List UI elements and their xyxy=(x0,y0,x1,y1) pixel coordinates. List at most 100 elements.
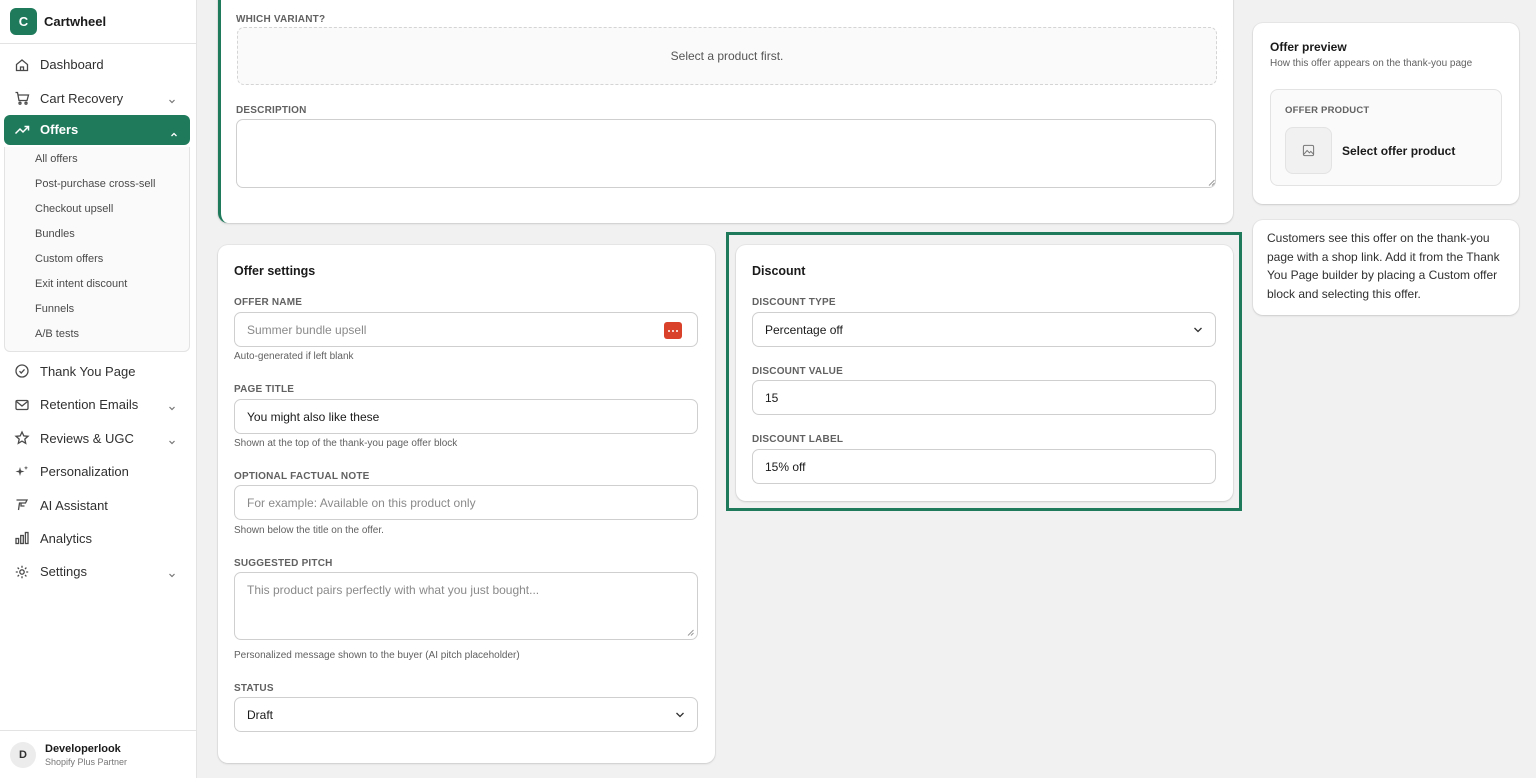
discount-card: Discount DISCOUNT TYPE Percentage off DI… xyxy=(736,245,1233,501)
pitch-help: Personalized message shown to the buyer … xyxy=(234,650,520,661)
discount-type-label: DISCOUNT TYPE xyxy=(752,297,836,308)
page-title-input[interactable]: You might also like these xyxy=(234,399,698,434)
subnav-item-custom-offers[interactable]: Custom offers xyxy=(5,247,189,272)
app-name: Cartwheel xyxy=(44,14,107,29)
nav-item-label: Personalization xyxy=(40,464,129,480)
trending-icon xyxy=(14,122,30,138)
discount-title: Discount xyxy=(752,264,806,278)
nav-item-retention-emails[interactable]: Retention Emails xyxy=(0,388,196,421)
nav-item-label: Cart Recovery xyxy=(40,90,124,106)
sidebar: C Cartwheel Dashboard Cart Recovery Offe… xyxy=(0,0,197,778)
preview-title: Offer preview xyxy=(1270,40,1347,54)
nav-item-label: Analytics xyxy=(40,530,93,546)
subnav-item-all-offers[interactable]: All offers xyxy=(5,147,189,172)
avatar: D xyxy=(10,741,36,768)
product-card: WHICH VARIANT? Select a product first. D… xyxy=(218,0,1233,223)
star-icon xyxy=(14,430,30,446)
nav-item-dashboard[interactable]: Dashboard xyxy=(0,48,196,81)
variant-selector[interactable]: Select a product first. xyxy=(237,27,1217,85)
offer-settings-title: Offer settings xyxy=(234,264,316,278)
nav-item-analytics[interactable]: Analytics xyxy=(0,522,196,555)
user-name: Developerlook xyxy=(45,742,121,755)
check-circle-icon xyxy=(14,363,30,379)
offer-name-help: Auto-generated if left blank xyxy=(234,351,354,362)
description-label: DESCRIPTION xyxy=(236,105,307,116)
discount-label-label: DISCOUNT LABEL xyxy=(752,434,844,445)
offer-preview-card: Offer preview How this offer appears on … xyxy=(1253,23,1519,204)
pitch-label: SUGGESTED PITCH xyxy=(234,558,333,569)
description-textarea[interactable] xyxy=(236,119,1216,188)
note-label: OPTIONAL FACTUAL NOTE xyxy=(234,471,370,482)
nav-item-thank-you-page[interactable]: Thank You Page xyxy=(0,355,196,388)
chevron-down-icon xyxy=(168,567,176,582)
preview-product-text: Select offer product xyxy=(1342,144,1456,158)
chevron-down-icon xyxy=(168,93,176,108)
nav-item-offers[interactable]: Offers xyxy=(4,114,190,145)
nav-item-reviews-ugc[interactable]: Reviews & UGC xyxy=(0,422,196,455)
variant-label: WHICH VARIANT? xyxy=(236,14,326,25)
subnav-item-funnels[interactable]: Funnels xyxy=(5,297,189,322)
home-icon xyxy=(14,57,30,73)
note-input[interactable]: For example: Available on this product o… xyxy=(234,485,698,520)
discount-value-label: DISCOUNT VALUE xyxy=(752,366,843,377)
chevron-up-icon xyxy=(170,127,178,142)
main-nav: Dashboard Cart Recovery Offers All offer… xyxy=(0,44,196,589)
nav-item-label: Retention Emails xyxy=(40,397,139,413)
nav-item-label: AI Assistant xyxy=(40,497,108,513)
page-title-help: Shown at the top of the thank-you page o… xyxy=(234,438,458,449)
subnav-item-ab-tests[interactable]: A/B tests xyxy=(5,322,189,347)
brand[interactable]: C Cartwheel xyxy=(0,0,196,44)
gear-icon xyxy=(14,564,30,580)
offer-name-placeholder: Summer bundle upsell xyxy=(247,322,367,337)
resize-handle-icon[interactable] xyxy=(1208,179,1215,186)
preview-product-label: OFFER PRODUCT xyxy=(1285,105,1370,116)
nav-item-label: Reviews & UGC xyxy=(40,430,134,446)
discount-type-select[interactable]: Percentage off xyxy=(752,312,1216,347)
offer-settings-card: Offer settings OFFER NAME Summer bundle … xyxy=(218,245,715,763)
note-help: Shown below the title on the offer. xyxy=(234,525,384,536)
bar-chart-icon xyxy=(14,530,30,546)
discount-value-input[interactable]: 15 xyxy=(752,380,1216,415)
info-card: Customers see this offer on the thank-yo… xyxy=(1253,220,1519,315)
offers-subnav: All offers Post-purchase cross-sell Chec… xyxy=(4,146,190,352)
info-text: Customers see this offer on the thank-yo… xyxy=(1267,231,1500,301)
nav-item-label: Thank You Page xyxy=(40,363,136,379)
nav-item-personalization[interactable]: Personalization xyxy=(0,455,196,488)
variant-placeholder: Select a product first. xyxy=(670,49,784,63)
offer-name-label: OFFER NAME xyxy=(234,297,303,308)
cart-icon xyxy=(14,90,30,106)
preview-subtitle: How this offer appears on the thank-you … xyxy=(1270,58,1473,69)
resize-handle-icon[interactable] xyxy=(687,629,694,636)
chevron-down-icon xyxy=(676,712,684,717)
discount-type-value: Percentage off xyxy=(765,322,843,337)
nav-item-ai-assistant[interactable]: AI Assistant xyxy=(0,488,196,521)
subnav-item-checkout-upsell[interactable]: Checkout upsell xyxy=(5,197,189,222)
discount-label-input[interactable]: 15% off xyxy=(752,449,1216,484)
image-placeholder-icon xyxy=(1285,127,1332,174)
nav-item-label: Offers xyxy=(40,122,79,138)
nav-item-settings[interactable]: Settings xyxy=(0,555,196,588)
pitch-placeholder: This product pairs perfectly with what y… xyxy=(247,583,540,597)
page-title-label: PAGE TITLE xyxy=(234,384,295,395)
subnav-item-exit-intent[interactable]: Exit intent discount xyxy=(5,272,189,297)
mail-icon xyxy=(14,397,30,413)
offer-name-input[interactable]: Summer bundle upsell xyxy=(234,312,698,347)
preview-product-box[interactable]: OFFER PRODUCT Select offer product xyxy=(1270,89,1502,186)
subnav-item-bundles[interactable]: Bundles xyxy=(5,222,189,247)
ai-icon xyxy=(14,497,30,513)
status-select[interactable]: Draft xyxy=(234,697,698,732)
status-label: STATUS xyxy=(234,683,274,694)
nav-item-label: Settings xyxy=(40,564,87,580)
chevron-down-icon xyxy=(168,400,176,415)
app-logo: C xyxy=(10,8,37,35)
nav-item-cart-recovery[interactable]: Cart Recovery xyxy=(0,81,196,114)
user-profile[interactable]: D Developerlook Shopify Plus Partner xyxy=(0,730,196,778)
subnav-item-post-purchase[interactable]: Post-purchase cross-sell xyxy=(5,172,189,197)
pitch-textarea[interactable]: This product pairs perfectly with what y… xyxy=(234,572,698,640)
user-role: Shopify Plus Partner xyxy=(45,756,128,767)
status-value: Draft xyxy=(247,707,274,722)
chevron-down-icon xyxy=(1194,327,1202,332)
nav-item-label: Dashboard xyxy=(40,57,104,73)
sparkle-icon xyxy=(14,464,30,480)
ai-generate-icon[interactable] xyxy=(664,322,682,339)
